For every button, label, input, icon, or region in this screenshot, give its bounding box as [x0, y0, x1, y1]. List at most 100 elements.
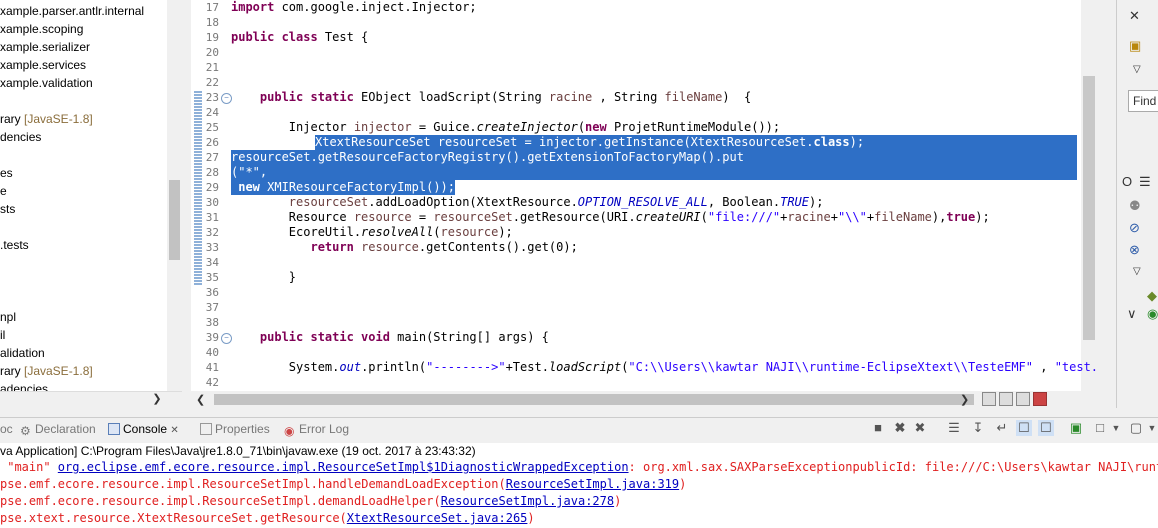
code-line[interactable]: 41 System.out.println("-------->"+Test.l… [191, 360, 1097, 375]
filter-icon[interactable]: ⚉ [1129, 198, 1141, 214]
line-number: 22 [205, 76, 219, 89]
code-line[interactable]: 37 [191, 300, 1081, 315]
code-line[interactable]: 39− public static void main(String[] arg… [191, 330, 1081, 345]
code-line[interactable]: 40 [191, 345, 1081, 360]
tree-item[interactable]: xample.serializer [0, 38, 90, 56]
code-line[interactable]: 38 [191, 315, 1081, 330]
tree-item[interactable]: npl [0, 308, 16, 326]
code-text: } [231, 270, 297, 284]
remove-all-icon[interactable]: ✖ [912, 420, 928, 436]
tab-console[interactable]: Console ✕ [108, 421, 179, 437]
tab-declaration[interactable]: ⚙ Declaration [20, 421, 96, 438]
line-number: 21 [205, 61, 219, 74]
stack-trace-link[interactable]: ResourceSetImpl.java:278 [441, 494, 614, 508]
word-wrap-icon[interactable]: ↵ [994, 420, 1010, 436]
code-line[interactable]: 35 } [191, 270, 1081, 285]
code-line[interactable]: 30 resourceSet.addLoadOption(XtextResour… [191, 195, 1081, 210]
chevron-down-icon[interactable]: ▽ [1133, 64, 1141, 75]
tree-item[interactable]: e [0, 182, 7, 200]
show-stderr-icon[interactable]: ☐ [1038, 420, 1054, 436]
overview-icon[interactable] [982, 392, 996, 406]
console-output[interactable]: "main" org.eclipse.emf.ecore.resource.im… [0, 459, 1158, 528]
clear-console-icon[interactable]: ☰ [946, 420, 962, 436]
stack-trace-link[interactable]: XtextResourceSet.java:265 [347, 511, 528, 525]
line-number: 24 [205, 106, 219, 119]
line-number: 20 [205, 46, 219, 59]
code-line[interactable]: 29 new XMIResourceFactoryImpl()); [191, 180, 1081, 195]
scroll-left-icon[interactable]: ❮ [196, 393, 205, 406]
code-line[interactable]: 32 EcoreUtil.resolveAll(resource); [191, 225, 1081, 240]
tab-error-log[interactable]: ◉ Error Log [284, 421, 349, 438]
code-editor[interactable]: 17 import com.google.inject.Injector; 18 19… [191, 0, 1097, 392]
tab-javadoc[interactable]: oc [0, 421, 13, 437]
stack-trace-link[interactable]: org.eclipse.emf.ecore.resource.impl.Reso… [58, 460, 629, 474]
tree-item[interactable]: xample.validation [0, 74, 93, 92]
code-line[interactable]: 20 [191, 45, 1081, 60]
line-number: 39 [205, 331, 219, 344]
code-line[interactable]: 25 Injector injector = Guice.createInjec… [191, 120, 1081, 135]
show-stdout-icon[interactable]: ☐ [1016, 420, 1032, 436]
scroll-right-icon[interactable]: ❯ [151, 393, 163, 405]
tree-item[interactable]: xample.services [0, 56, 86, 74]
code-line[interactable]: 27 resourceSet.getResourceFactoryRegistry… [191, 150, 1081, 165]
code-line[interactable]: 22 [191, 75, 1081, 90]
code-line[interactable]: 17 import com.google.inject.Injector; [191, 0, 1081, 15]
line-number: 29 [205, 181, 219, 194]
tree-item[interactable]: rary [JavaSE-1.8] [0, 110, 93, 128]
tree-item[interactable]: xample.parser.antlr.internal [0, 2, 144, 20]
tree-item[interactable]: dencies [0, 128, 41, 146]
overview-icon[interactable] [1016, 392, 1030, 406]
scroll-right-icon[interactable]: ❯ [960, 393, 969, 406]
code-text: XtextResourceSet resourceSet = injector.… [315, 135, 865, 150]
outline-icon[interactable]: O [1122, 174, 1132, 189]
display-console-icon[interactable]: □ [1092, 420, 1108, 436]
remove-launch-icon[interactable]: ✖ [892, 420, 908, 436]
stack-trace-link[interactable]: ResourceSetImpl.java:319 [506, 477, 679, 491]
package-explorer-scroll-thumb[interactable] [169, 180, 180, 260]
code-line[interactable]: 24 [191, 105, 1081, 120]
code-line[interactable]: 21 [191, 60, 1081, 75]
line-number: 19 [205, 31, 219, 44]
code-line[interactable]: 18 [191, 15, 1081, 30]
tree-item[interactable]: .tests [0, 236, 29, 254]
minimize-icon[interactable]: ☰ [1139, 174, 1151, 190]
tree-item[interactable]: rary [JavaSE-1.8] [0, 362, 93, 380]
pin-console-icon[interactable]: ▣ [1068, 420, 1084, 436]
hide-fields-icon[interactable]: ⊘ [1129, 220, 1140, 236]
tree-item[interactable]: xample.scoping [0, 20, 83, 38]
tab-properties[interactable]: Properties [200, 421, 270, 437]
code-line[interactable]: 26 XtextResourceSet resourceSet = injecto… [191, 135, 1081, 150]
editor-scroll-thumb[interactable] [1083, 76, 1095, 340]
terminate-icon[interactable]: ■ [870, 420, 886, 436]
code-line[interactable]: 36 [191, 285, 1081, 300]
code-line[interactable]: 42 [191, 375, 1081, 390]
package-icon[interactable]: ▣ [1129, 38, 1141, 54]
line-number: 37 [205, 301, 219, 314]
overview-icon[interactable] [999, 392, 1013, 406]
expand-icon[interactable]: ∨ [1127, 306, 1137, 322]
pin-icon[interactable]: ✕ [1129, 8, 1140, 24]
tree-item[interactable]: sts [0, 200, 15, 218]
tree-item[interactable]: es [0, 164, 13, 182]
chevron-down-icon[interactable]: ▼ [1144, 420, 1158, 436]
close-icon[interactable]: ✕ [170, 425, 178, 436]
chevron-down-icon[interactable]: ▽ [1133, 266, 1141, 277]
editor-horizontal-scroll-thumb[interactable] [214, 394, 974, 405]
line-number: 42 [205, 376, 219, 389]
class-icon[interactable]: ◆ [1147, 288, 1157, 304]
hide-static-icon[interactable]: ⊗ [1129, 242, 1140, 258]
code-line[interactable]: 19 public class Test { [191, 30, 1081, 45]
code-line[interactable]: 33 return resource.getContents().get(0); [191, 240, 1081, 255]
scroll-lock-icon[interactable]: ↧ [970, 420, 986, 436]
overview-icon[interactable] [1033, 392, 1047, 406]
chevron-down-icon[interactable]: ▼ [1108, 420, 1124, 436]
code-line[interactable]: 23− public static EObject loadScript(Str… [191, 90, 1081, 105]
code-line[interactable]: 28 ("*", [191, 165, 1081, 180]
code-line[interactable]: 31 Resource resource = resourceSet.getRe… [191, 210, 1081, 225]
method-icon[interactable]: ◉ [1147, 306, 1158, 322]
code-line[interactable]: 34 [191, 255, 1081, 270]
find-input[interactable]: Find [1128, 90, 1158, 112]
tree-item[interactable]: alidation [0, 344, 45, 362]
tree-item[interactable]: il [0, 326, 5, 344]
new-console-icon[interactable]: ▢ [1128, 420, 1144, 436]
